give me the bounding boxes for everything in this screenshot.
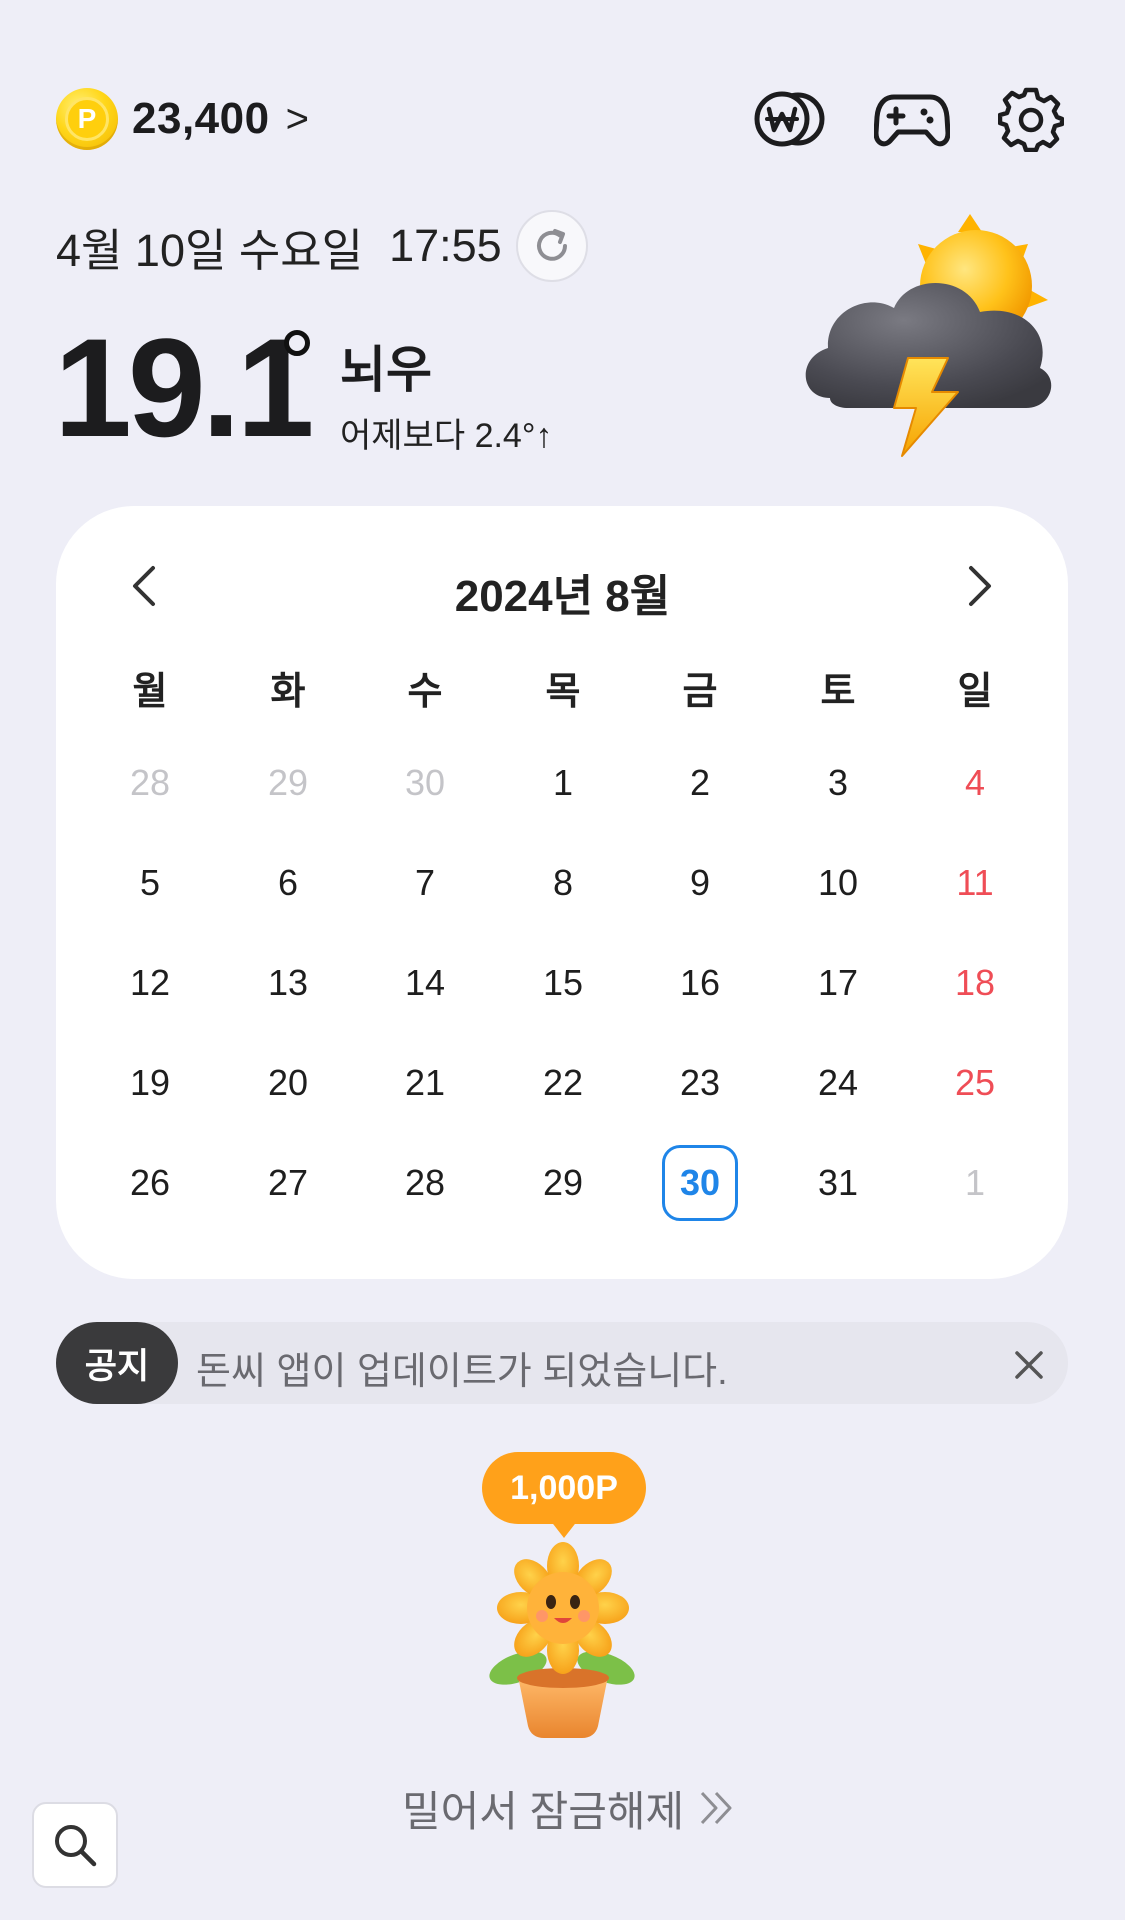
calendar-day[interactable]: 24 — [778, 1043, 898, 1123]
calendar-day[interactable]: 17 — [778, 943, 898, 1023]
notice-badge: 공지 — [56, 1322, 178, 1404]
calendar-day[interactable]: 9 — [640, 843, 760, 923]
slide-to-unlock[interactable]: 밀어서 잠금해제 — [402, 1780, 734, 1836]
calendar-day-today[interactable]: 30 — [640, 1143, 760, 1223]
degree-symbol — [284, 330, 310, 356]
calendar-day[interactable]: 7 — [365, 843, 485, 923]
temperature-value: 19.1 — [54, 309, 314, 466]
notice-close-button[interactable] — [1004, 1340, 1054, 1390]
calendar-day[interactable]: 31 — [778, 1143, 898, 1223]
weekday-label: 화 — [270, 671, 306, 713]
calendar-day[interactable]: 25 — [915, 1043, 1035, 1123]
chevron-right-icon: > — [285, 96, 309, 141]
weekday-label: 월 — [132, 671, 168, 713]
search-icon — [55, 1825, 97, 1867]
point-coin-icon: P — [56, 88, 118, 150]
weekday-label: 금 — [682, 671, 718, 713]
refresh-button[interactable] — [515, 210, 588, 282]
calendar-day[interactable]: 14 — [365, 943, 485, 1023]
weekday-label: 토 — [820, 671, 856, 713]
calendar-day[interactable]: 30 — [365, 743, 485, 823]
weekday-label: 일 — [957, 671, 993, 713]
chevron-right-icon — [969, 566, 991, 606]
points-balance[interactable]: P 23,400 > — [56, 88, 309, 150]
won-coins-icon[interactable] — [752, 84, 830, 154]
calendar-day[interactable]: 12 — [90, 943, 210, 1023]
refresh-icon — [536, 229, 567, 261]
thunderstorm-sun-cloud-icon — [790, 208, 1070, 458]
notice-text: 돈씨 앱이 업데이트가 되었습니다. — [196, 1351, 728, 1393]
calendar-day[interactable]: 1 — [503, 743, 623, 823]
calendar-day[interactable]: 27 — [228, 1143, 348, 1223]
weekday-label: 목 — [545, 671, 581, 713]
close-icon — [1015, 1351, 1043, 1379]
calendar-day[interactable]: 4 — [915, 743, 1035, 823]
reward-bubble-tail — [550, 1520, 578, 1538]
unlock-label: 밀어서 잠금해제 — [402, 1787, 685, 1835]
date-time-row: 4월 10일 수요일 17:55 — [56, 208, 588, 284]
calendar-day[interactable]: 19 — [90, 1043, 210, 1123]
calendar-day[interactable]: 13 — [228, 943, 348, 1023]
current-date: 4월 10일 수요일 — [56, 224, 364, 276]
gamepad-icon[interactable] — [873, 84, 951, 154]
calendar-day[interactable]: 26 — [90, 1143, 210, 1223]
double-chevron-right-icon — [701, 1791, 732, 1825]
sunflower-pot-icon[interactable] — [478, 1540, 648, 1740]
calendar-month-title: 2024년 8월 — [454, 572, 671, 621]
calendar-day[interactable]: 21 — [365, 1043, 485, 1123]
settings-gear-icon[interactable] — [992, 84, 1070, 154]
calendar-day[interactable]: 18 — [915, 943, 1035, 1023]
search-button[interactable] — [32, 1802, 118, 1888]
reward-bubble[interactable]: 1,000P — [482, 1452, 646, 1524]
calendar-day[interactable]: 28 — [365, 1143, 485, 1223]
calendar-day[interactable]: 8 — [503, 843, 623, 923]
calendar-day[interactable]: 23 — [640, 1043, 760, 1123]
points-value: 23,400 — [132, 94, 270, 143]
calendar-day[interactable]: 5 — [90, 843, 210, 923]
weekday-label: 수 — [407, 671, 443, 713]
chevron-left-icon — [133, 566, 155, 606]
prev-month-button[interactable] — [114, 556, 174, 616]
next-month-button[interactable] — [950, 556, 1010, 616]
calendar-day[interactable]: 3 — [778, 743, 898, 823]
temperature-comparison: 어제보다 2.4°↑ — [340, 417, 553, 455]
calendar-day[interactable]: 29 — [228, 743, 348, 823]
calendar-day[interactable]: 11 — [915, 843, 1035, 923]
current-time: 17:55 — [389, 220, 502, 271]
calendar-day[interactable]: 10 — [778, 843, 898, 923]
calendar-day[interactable]: 29 — [503, 1143, 623, 1223]
calendar-day[interactable]: 1 — [915, 1143, 1035, 1223]
calendar-day[interactable]: 22 — [503, 1043, 623, 1123]
calendar-day[interactable]: 20 — [228, 1043, 348, 1123]
calendar-day[interactable]: 16 — [640, 943, 760, 1023]
weather-condition: 뇌우 — [340, 342, 432, 398]
calendar-day[interactable]: 2 — [640, 743, 760, 823]
calendar-day[interactable]: 28 — [90, 743, 210, 823]
calendar-day[interactable]: 15 — [503, 943, 623, 1023]
calendar-day[interactable]: 6 — [228, 843, 348, 923]
